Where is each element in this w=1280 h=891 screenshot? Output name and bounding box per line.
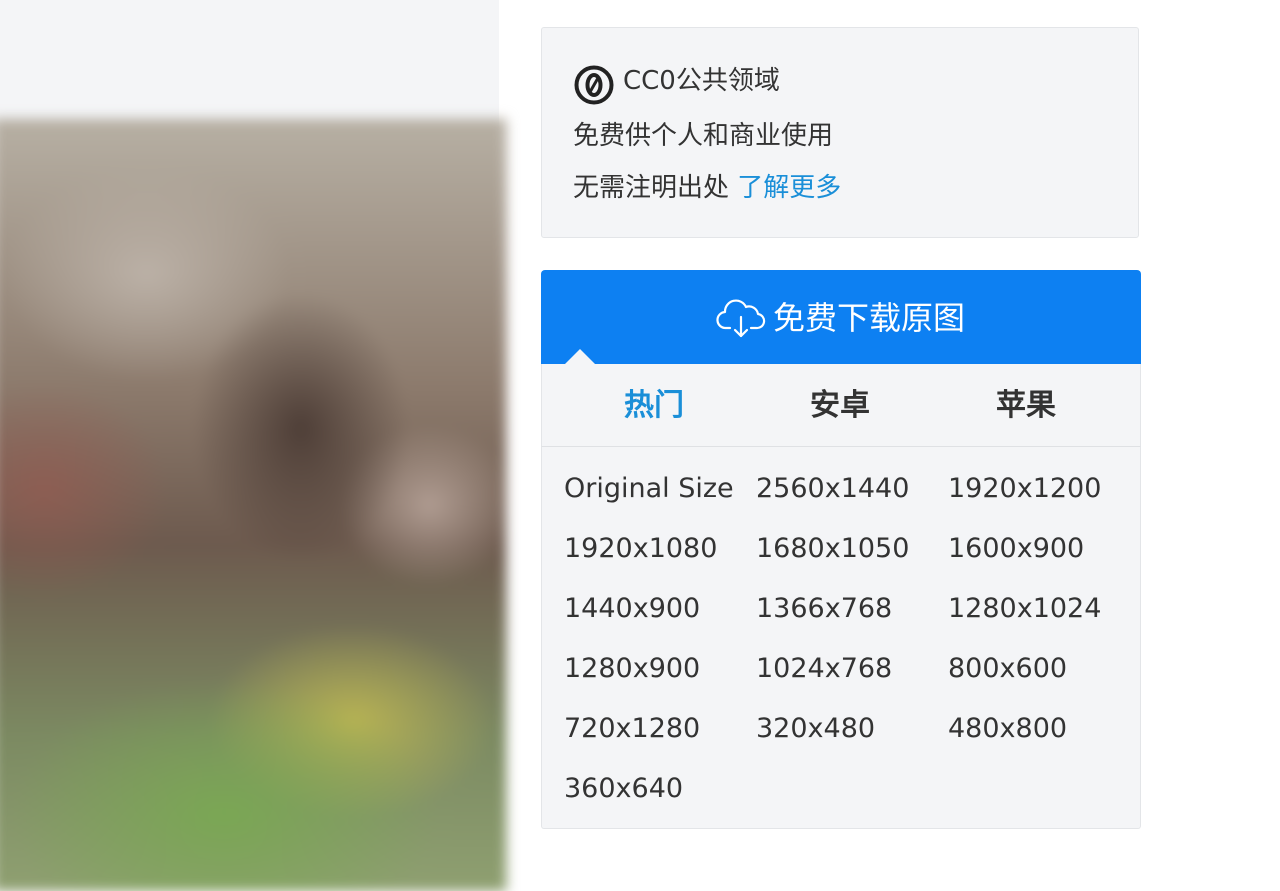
- download-button-label: 免费下载原图: [773, 299, 966, 337]
- left-header-area: [0, 0, 499, 130]
- license-panel: CC0公共领域 免费供个人和商业使用 无需注明出处 了解更多: [541, 27, 1139, 238]
- tab-pointer: [565, 349, 595, 364]
- size-link[interactable]: 1280x900: [564, 653, 700, 685]
- size-link[interactable]: 800x600: [948, 653, 1067, 685]
- size-link[interactable]: 1920x1080: [564, 533, 717, 565]
- download-original-button[interactable]: 免费下载原图: [541, 270, 1141, 364]
- cc0-icon: [574, 65, 614, 105]
- attribution-text: 无需注明出处: [573, 173, 730, 203]
- size-link[interactable]: 2560x1440: [756, 473, 909, 505]
- size-link[interactable]: 320x480: [756, 713, 875, 745]
- size-link[interactable]: 720x1280: [564, 713, 700, 745]
- wallpaper-preview-image: [0, 118, 507, 891]
- tab-android[interactable]: 安卓: [810, 386, 870, 426]
- learn-more-link[interactable]: 了解更多: [737, 173, 841, 203]
- size-link[interactable]: 1024x768: [756, 653, 892, 685]
- size-link[interactable]: 1600x900: [948, 533, 1084, 565]
- size-link[interactable]: 1680x1050: [756, 533, 909, 565]
- size-link[interactable]: 1440x900: [564, 593, 700, 625]
- size-link[interactable]: 480x800: [948, 713, 1067, 745]
- license-attribution-text: 无需注明出处 了解更多: [573, 173, 841, 203]
- license-usage-text: 免费供个人和商业使用: [573, 121, 834, 151]
- tab-popular[interactable]: 热门: [624, 386, 684, 426]
- size-link[interactable]: 1920x1200: [948, 473, 1101, 505]
- size-link[interactable]: Original Size: [564, 473, 734, 505]
- device-tabs: 热门 安卓 苹果: [541, 364, 1141, 447]
- resolution-list: Original Size 2560x1440 1920x1200 1920x1…: [541, 447, 1141, 829]
- cloud-download-icon: [716, 299, 766, 338]
- tab-apple[interactable]: 苹果: [996, 386, 1056, 426]
- size-link[interactable]: 1280x1024: [948, 593, 1101, 625]
- size-link[interactable]: 360x640: [564, 773, 683, 805]
- size-link[interactable]: 1366x768: [756, 593, 892, 625]
- license-title: CC0公共领域: [623, 66, 780, 96]
